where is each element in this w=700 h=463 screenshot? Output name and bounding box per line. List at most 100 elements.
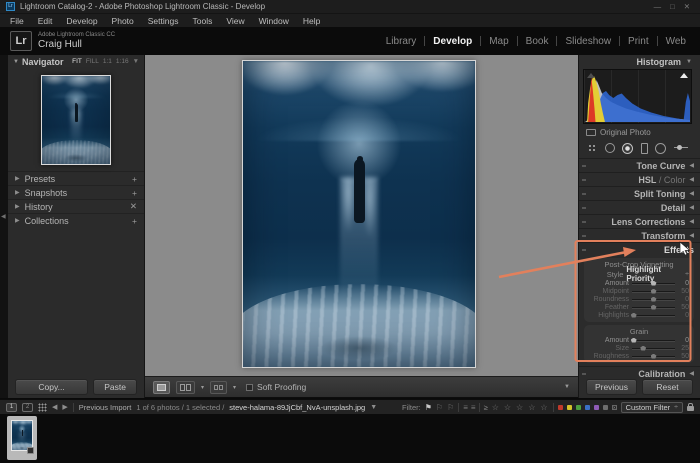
detail-disclosure-icon[interactable]: ◀: [689, 204, 694, 211]
feather-slider-thumb[interactable]: [651, 305, 657, 310]
style-dropdown-icon[interactable]: ÷: [685, 271, 689, 278]
filmstrip-filename[interactable]: steve-halama-89JjCbf_NvA-unsplash.jpg: [229, 403, 365, 412]
collapse-left-icon[interactable]: ◀: [1, 213, 6, 220]
star-3-icon[interactable]: ☆: [516, 403, 524, 412]
module-book[interactable]: Book: [526, 36, 549, 47]
grain-size-slider-track[interactable]: [632, 345, 675, 352]
yellow-label-chip[interactable]: [567, 405, 572, 410]
left-panel-collapse-rail[interactable]: ◀: [0, 55, 8, 398]
histogram-disclosure-icon[interactable]: ▼: [686, 59, 692, 65]
purple-label-chip[interactable]: [594, 405, 599, 410]
grain-size-slider-thumb[interactable]: [640, 346, 646, 351]
filter-lock-icon[interactable]: [687, 406, 694, 411]
menu-tools[interactable]: Tools: [185, 16, 219, 26]
sidebar-item-collections[interactable]: ▶ Collections +: [8, 213, 144, 227]
menu-view[interactable]: View: [219, 16, 251, 26]
panel-transform[interactable]: Transform ◀: [579, 228, 700, 242]
menu-photo[interactable]: Photo: [105, 16, 141, 26]
roundness-slider-track[interactable]: [632, 296, 675, 303]
green-label-chip[interactable]: [576, 405, 581, 410]
navigator-zoom-1to1[interactable]: 1:1: [103, 58, 112, 65]
module-map[interactable]: Map: [489, 36, 508, 47]
menu-edit[interactable]: Edit: [31, 16, 60, 26]
flag-unflagged-icon[interactable]: ⚐: [436, 403, 443, 412]
history-disclosure-icon[interactable]: ▶: [15, 203, 20, 210]
history-clear-icon[interactable]: ✕: [130, 201, 137, 212]
snapshots-disclosure-icon[interactable]: ▶: [15, 189, 20, 196]
edited-filter-icon[interactable]: ≡: [463, 403, 467, 412]
maximize-button[interactable]: □: [670, 2, 675, 11]
lens-corrections-disclosure-icon[interactable]: ◀: [689, 218, 694, 225]
unedited-filter-icon[interactable]: ≡: [471, 403, 475, 412]
no-label-chip[interactable]: ✕: [612, 405, 617, 410]
minimize-button[interactable]: —: [654, 2, 662, 11]
grid-view-icon[interactable]: [38, 403, 47, 412]
menu-settings[interactable]: Settings: [141, 16, 186, 26]
star-2-icon[interactable]: ☆: [504, 403, 512, 412]
toolbar-options-caret-icon[interactable]: ▼: [564, 384, 570, 390]
grain-roughness-slider-thumb[interactable]: [651, 354, 657, 359]
panel-split-toning[interactable]: Split Toning ◀: [579, 186, 700, 200]
other-label-chip[interactable]: [603, 405, 608, 410]
primary-monitor-button[interactable]: 1: [6, 403, 17, 412]
module-print[interactable]: Print: [628, 36, 649, 47]
rating-operator[interactable]: ≥: [484, 403, 488, 412]
amount-slider-track[interactable]: [632, 280, 675, 287]
flag-picked-icon[interactable]: ⚑: [425, 403, 432, 412]
panel-lens-corrections[interactable]: Lens Corrections ◀: [579, 214, 700, 228]
close-button[interactable]: ✕: [684, 2, 690, 11]
paste-button[interactable]: Paste: [93, 379, 137, 395]
red-eye-tool-icon[interactable]: [622, 143, 633, 154]
presets-disclosure-icon[interactable]: ▶: [15, 175, 20, 182]
module-slideshow[interactable]: Slideshow: [565, 36, 611, 47]
panel-hsl-color[interactable]: HSL / Color ◀: [579, 172, 700, 186]
previous-button[interactable]: Previous: [586, 379, 637, 395]
filmstrip-source-menu-icon[interactable]: ▼: [370, 404, 377, 411]
star-5-icon[interactable]: ☆: [540, 403, 548, 412]
navigator-zoom-ratio[interactable]: 1:16: [116, 58, 129, 65]
feather-slider-track[interactable]: [632, 304, 675, 311]
grain-amount-slider-thumb[interactable]: [631, 338, 637, 343]
go-forward-icon[interactable]: ▶: [62, 403, 67, 411]
snapshots-add-icon[interactable]: +: [132, 188, 137, 198]
hsl-disclosure-icon[interactable]: ◀: [689, 176, 694, 183]
compare-view-button[interactable]: [176, 381, 195, 394]
graduated-filter-tool-icon[interactable]: [641, 143, 648, 154]
grain-amount-slider-track[interactable]: [632, 337, 675, 344]
survey-view-caret-icon[interactable]: ▾: [233, 384, 236, 391]
filmstrip-source[interactable]: Previous Import: [79, 403, 132, 412]
histogram[interactable]: [583, 69, 692, 124]
presets-add-icon[interactable]: +: [132, 174, 137, 184]
compare-view-caret-icon[interactable]: ▾: [201, 384, 204, 391]
soft-proofing-checkbox[interactable]: [246, 384, 253, 391]
transform-disclosure-icon[interactable]: ◀: [689, 232, 694, 239]
copy-button[interactable]: Copy...: [15, 379, 88, 395]
menu-help[interactable]: Help: [296, 16, 327, 26]
navigator-zoom-fit[interactable]: FIT: [72, 58, 82, 65]
navigator-zoom-fill[interactable]: FILL: [86, 58, 99, 65]
navigator-zoom-menu-icon[interactable]: ▼: [133, 58, 139, 65]
spot-removal-tool-icon[interactable]: [605, 143, 615, 153]
filter-preset-dropdown[interactable]: Custom Filter ÷: [621, 402, 683, 413]
module-develop[interactable]: Develop: [433, 36, 472, 47]
amount-slider-thumb[interactable]: [651, 281, 657, 286]
sidebar-item-snapshots[interactable]: ▶ Snapshots +: [8, 185, 144, 199]
reset-button[interactable]: Reset: [642, 379, 693, 395]
flag-rejected-icon[interactable]: ⚐: [447, 403, 454, 412]
menu-file[interactable]: File: [3, 16, 31, 26]
go-back-icon[interactable]: ◀: [52, 403, 57, 411]
shadow-clipping-icon[interactable]: [587, 73, 595, 78]
soft-proofing-toggle[interactable]: Soft Proofing: [246, 382, 306, 392]
module-web[interactable]: Web: [666, 36, 686, 47]
panel-effects-header[interactable]: Effects: [579, 242, 700, 256]
navigator-disclosure-icon[interactable]: ▼: [13, 59, 19, 65]
adjustment-brush-tool-icon[interactable]: [674, 143, 688, 153]
blue-label-chip[interactable]: [585, 405, 590, 410]
secondary-monitor-button[interactable]: 2: [22, 403, 33, 412]
star-4-icon[interactable]: ☆: [528, 403, 536, 412]
panel-tone-curve[interactable]: Tone Curve ◀: [579, 158, 700, 172]
star-1-icon[interactable]: ☆: [492, 403, 500, 412]
navigator-header[interactable]: ▼ Navigator FIT FILL 1:1 1:16 ▼: [8, 55, 144, 68]
radial-filter-tool-icon[interactable]: [655, 143, 666, 154]
red-label-chip[interactable]: [558, 405, 563, 410]
